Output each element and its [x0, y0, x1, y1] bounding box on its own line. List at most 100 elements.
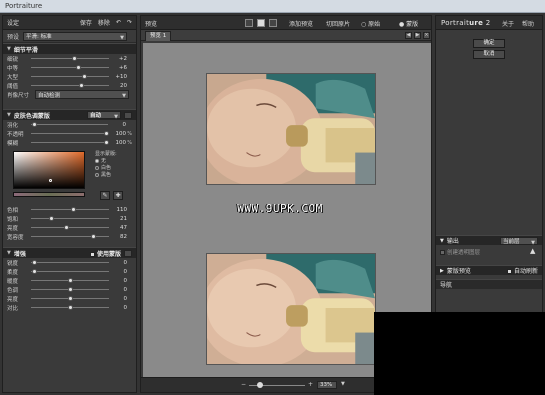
eyedropper-icon[interactable]: ✎ — [100, 191, 110, 200]
slider-knob[interactable] — [49, 216, 55, 221]
add-preview-button[interactable]: 添加预览 — [289, 19, 313, 28]
slider-track[interactable] — [31, 63, 109, 72]
slider-value[interactable]: 0 — [109, 269, 128, 275]
slider-track[interactable] — [30, 120, 109, 129]
slider-value[interactable]: 100 — [108, 140, 127, 146]
enhance-section-header[interactable]: ▼ 增强 使用蒙版 — [3, 247, 136, 258]
mask-toggle[interactable]: ● 蒙版 — [399, 19, 418, 28]
split-view-icon[interactable] — [257, 19, 265, 27]
expand-triangle-icon[interactable]: ▶ — [440, 268, 444, 274]
slider-value[interactable]: 100 — [108, 131, 127, 137]
detail-section-header[interactable]: ▼ 细节平滑 — [3, 43, 136, 54]
ok-button[interactable]: 确定 — [473, 39, 505, 48]
slider-track[interactable] — [31, 81, 109, 90]
original-toggle[interactable]: ○ 原始 — [361, 19, 380, 28]
slider-value[interactable]: 21 — [109, 216, 127, 222]
slider-value[interactable]: 47 — [109, 225, 127, 231]
slider-knob[interactable] — [32, 269, 38, 274]
slider-value[interactable]: 0 — [109, 278, 128, 284]
original-label: 原始 — [368, 21, 381, 28]
slider-knob[interactable] — [103, 140, 109, 145]
display-mask-radio[interactable]: 无 — [95, 158, 117, 165]
slider-knob[interactable] — [63, 225, 69, 230]
slider-track[interactable] — [31, 258, 109, 267]
tab-preview-1[interactable]: 预览 1 — [145, 31, 172, 41]
zoom-in-icon[interactable]: + — [308, 381, 313, 388]
output-section-header[interactable]: ▼ 输出 当前层 ▼ — [436, 235, 542, 246]
slider-knob[interactable] — [103, 131, 109, 136]
slider-knob[interactable] — [67, 278, 73, 283]
slider-value[interactable]: 0 — [109, 305, 128, 311]
slider-knob[interactable] — [71, 207, 77, 212]
undo-icon[interactable]: ↶ — [116, 19, 121, 26]
slider-value[interactable]: +6 — [109, 65, 127, 71]
slider-track[interactable] — [31, 54, 109, 63]
output-select[interactable]: 当前层 ▼ — [500, 236, 538, 246]
eyedropper-plus-icon[interactable]: ✚ — [113, 191, 123, 200]
slider-knob[interactable] — [67, 287, 73, 292]
slider-value[interactable]: 20 — [109, 83, 127, 89]
slider-knob[interactable] — [32, 260, 38, 265]
zoom-select[interactable]: 33% — [317, 381, 337, 389]
slider-track[interactable] — [31, 214, 109, 223]
slider-track[interactable] — [31, 72, 109, 81]
slider-value[interactable]: 82 — [109, 234, 127, 240]
zoom-out-icon[interactable]: − — [241, 381, 246, 388]
use-mask-checkbox[interactable]: 使用蒙版 — [89, 249, 121, 258]
slider-value[interactable]: +2 — [109, 56, 127, 62]
slider-track[interactable] — [30, 129, 109, 138]
side-panel-header: Portraiture 2 关于 帮助 — [436, 16, 542, 30]
redo-icon[interactable]: ↷ — [127, 19, 132, 26]
skin-mode-select[interactable]: 自动 ▼ — [87, 111, 121, 120]
slider-track[interactable] — [31, 285, 109, 294]
zoom-dropdown-icon[interactable]: ▼ — [341, 381, 345, 387]
side-by-side-view-icon[interactable] — [269, 19, 277, 27]
display-mask-radio[interactable]: 白色 — [95, 165, 117, 172]
display-mask-radio[interactable]: 黑色 — [95, 172, 117, 179]
slider-value[interactable]: 0 — [109, 296, 128, 302]
slider-track[interactable] — [31, 303, 109, 312]
tab-next-icon[interactable]: ▶ — [414, 32, 421, 39]
mask-toggle-icon[interactable] — [124, 111, 132, 119]
help-link[interactable]: 帮助 — [522, 19, 534, 28]
slider-track[interactable] — [31, 294, 109, 303]
slider-label: 色相 — [7, 207, 19, 214]
slider-track[interactable] — [31, 205, 109, 214]
slider-value[interactable]: 110 — [109, 207, 128, 213]
slider-value[interactable]: 0 — [108, 122, 127, 128]
slider-value[interactable]: +10 — [109, 74, 127, 80]
single-view-icon[interactable] — [245, 19, 253, 27]
slider-track[interactable] — [31, 276, 109, 285]
slider-knob[interactable] — [32, 122, 38, 127]
save-button[interactable]: 保存 — [80, 18, 92, 27]
slider-track[interactable] — [31, 267, 109, 276]
skin-color-picker[interactable] — [13, 151, 85, 189]
portrait-size-select[interactable]: 自动检测 ▼ — [35, 90, 129, 99]
tab-close-icon[interactable]: × — [423, 32, 430, 39]
slider-value[interactable]: 0 — [109, 287, 128, 293]
remove-button[interactable]: 移除 — [98, 18, 110, 27]
slider-label: 亮度 — [7, 225, 19, 232]
about-link[interactable]: 关于 — [502, 19, 514, 28]
picker-cursor[interactable] — [49, 179, 52, 182]
tab-prev-icon[interactable]: ◀ — [405, 32, 412, 39]
slider-knob[interactable] — [67, 296, 73, 301]
enhance-toggle-icon[interactable] — [124, 249, 132, 257]
slider-knob[interactable] — [67, 305, 73, 310]
slider-track[interactable] — [30, 138, 109, 147]
slider-knob[interactable] — [90, 234, 96, 239]
slider-knob[interactable] — [76, 65, 82, 70]
cancel-button[interactable]: 取消 — [473, 50, 505, 59]
transparent-layer-checkbox[interactable]: 创建透明图层 — [440, 248, 480, 256]
compare-button[interactable]: 切回原片 — [326, 19, 350, 28]
skin-mask-section-header[interactable]: ▼ 皮肤色调蒙版 自动 ▼ — [3, 109, 136, 120]
auto-refresh-checkbox[interactable]: 自动刷新 — [506, 266, 538, 275]
slider-track[interactable] — [31, 232, 109, 241]
preset-select[interactable]: 平滑: 标准 ▼ — [23, 31, 128, 41]
slider-value[interactable]: 0 — [109, 260, 128, 266]
slider-track[interactable] — [31, 223, 109, 232]
slider-knob[interactable] — [82, 74, 88, 79]
slider-knob[interactable] — [71, 56, 77, 61]
slider-knob[interactable] — [79, 83, 85, 88]
zoom-slider-knob[interactable] — [257, 382, 263, 388]
